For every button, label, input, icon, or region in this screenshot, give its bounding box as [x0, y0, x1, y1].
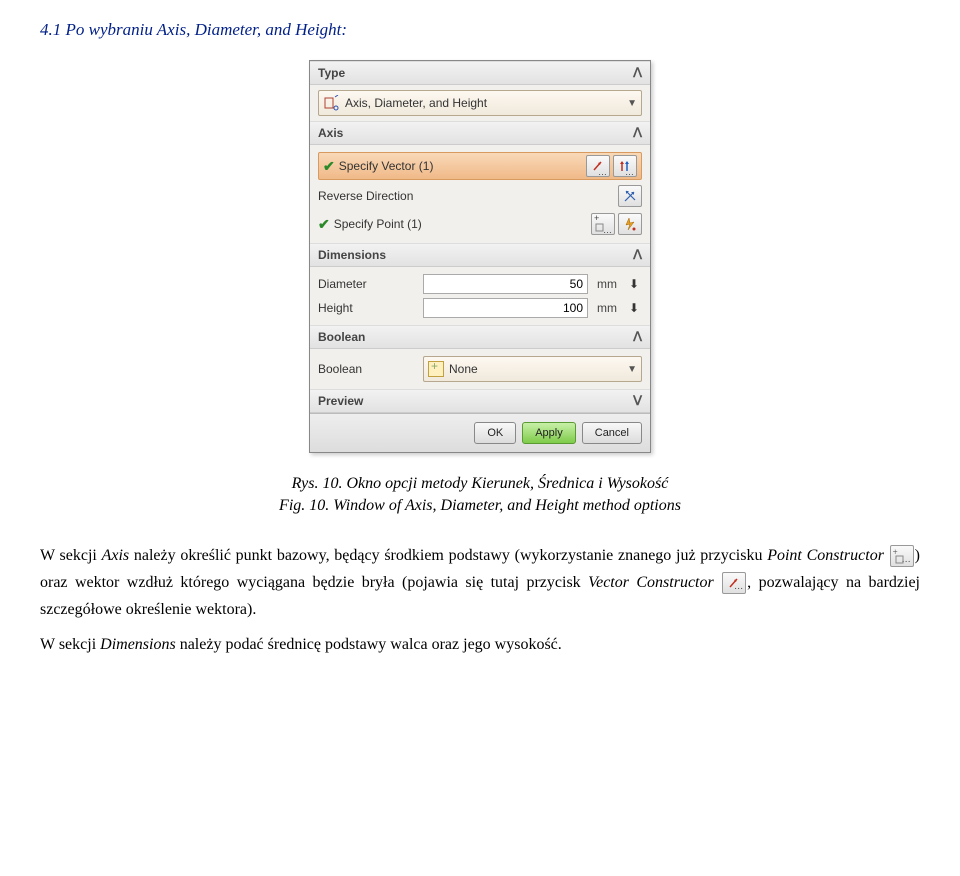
none-icon — [428, 361, 444, 377]
type-body: Axis, Diameter, and Height ▼ — [310, 85, 650, 121]
height-input[interactable] — [423, 298, 588, 318]
text: należy podać średnicę podstawy walca ora… — [176, 636, 562, 653]
chevron-up-icon: ᐱ — [633, 65, 642, 81]
boolean-field-label: Boolean — [318, 362, 418, 376]
height-label: Height — [318, 301, 418, 315]
vector-picker-button[interactable]: … — [586, 155, 610, 177]
point-constructor-icon: + … — [890, 545, 914, 567]
axis-body: ✔ Specify Vector (1) … … Reverse Directi… — [310, 145, 650, 243]
text: W sekcji — [40, 547, 102, 564]
height-unit: mm — [593, 301, 621, 315]
chevron-up-icon: ᐱ — [633, 329, 642, 345]
specify-vector-label: Specify Vector (1) — [339, 159, 586, 173]
caption-pl: Rys. 10. Okno opcji metody Kierunek, Śre… — [292, 475, 669, 492]
boolean-body: Boolean None ▼ — [310, 349, 650, 389]
specify-vector-row[interactable]: ✔ Specify Vector (1) … … — [318, 152, 642, 180]
dialog-container: Type ᐱ Axis, Diameter, and Height ▼ Axis… — [40, 60, 920, 453]
vector-constructor-icon: … — [722, 572, 746, 594]
diameter-row: Diameter mm ⬇ — [318, 272, 642, 296]
ok-button[interactable]: OK — [474, 422, 516, 444]
type-value: Axis, Diameter, and Height — [345, 96, 627, 110]
diameter-input[interactable] — [423, 274, 588, 294]
reverse-label: Reverse Direction — [318, 189, 618, 203]
dropdown-arrow-icon[interactable]: ⬇ — [626, 301, 642, 315]
point-quick-button[interactable] — [618, 213, 642, 235]
section-header-axis[interactable]: Axis ᐱ — [310, 121, 650, 145]
point-constructor-button[interactable]: + … — [591, 213, 615, 235]
section-label: Dimensions — [318, 248, 386, 262]
paragraph-2: W sekcji Dimensions należy podać średnic… — [40, 631, 920, 658]
specify-point-label: Specify Point (1) — [334, 217, 591, 231]
section-header-dimensions[interactable]: Dimensions ᐱ — [310, 243, 650, 267]
check-icon: ✔ — [323, 158, 335, 175]
figure-caption: Rys. 10. Okno opcji metody Kierunek, Śre… — [40, 473, 920, 518]
chevron-up-icon: ᐱ — [633, 125, 642, 141]
section-header-boolean[interactable]: Boolean ᐱ — [310, 325, 650, 349]
text: W sekcji — [40, 636, 100, 653]
specify-point-row[interactable]: ✔ Specify Point (1) + … — [318, 210, 642, 238]
chevron-down-icon: ▼ — [627, 364, 637, 375]
section-heading: 4.1 Po wybraniu Axis, Diameter, and Heig… — [40, 20, 920, 40]
paragraph-1: W sekcji Axis należy określić punkt bazo… — [40, 542, 920, 624]
text-italic: Vector Constructor — [588, 574, 714, 591]
options-dialog: Type ᐱ Axis, Diameter, and Height ▼ Axis… — [309, 60, 651, 453]
section-label: Axis — [318, 126, 343, 140]
text: należy określić punkt bazowy, będący śro… — [129, 547, 767, 564]
dimensions-body: Diameter mm ⬇ Height mm ⬇ — [310, 267, 650, 325]
text-italic: Dimensions — [100, 636, 176, 653]
reverse-direction-row: Reverse Direction — [318, 182, 642, 210]
section-label: Boolean — [318, 330, 365, 344]
chevron-up-icon: ᐱ — [633, 247, 642, 263]
type-combo[interactable]: Axis, Diameter, and Height ▼ — [318, 90, 642, 116]
boolean-combo[interactable]: None ▼ — [423, 356, 642, 382]
section-label: Type — [318, 66, 345, 80]
boolean-row: Boolean None ▼ — [318, 354, 642, 384]
cylinder-type-icon — [323, 95, 339, 111]
dropdown-arrow-icon[interactable]: ⬇ — [626, 277, 642, 291]
diameter-unit: mm — [593, 277, 621, 291]
section-header-preview[interactable]: Preview ᐯ — [310, 389, 650, 413]
text-italic: Point Constructor — [767, 547, 884, 564]
caption-en: Fig. 10. Window of Axis, Diameter, and H… — [279, 497, 681, 514]
chevron-down-icon: ᐯ — [633, 393, 642, 409]
section-label: Preview — [318, 394, 363, 408]
section-header-type[interactable]: Type ᐱ — [310, 61, 650, 85]
boolean-value: None — [449, 362, 627, 376]
check-icon: ✔ — [318, 216, 330, 233]
cancel-button[interactable]: Cancel — [582, 422, 642, 444]
chevron-down-icon: ▼ — [627, 98, 637, 109]
diameter-label: Diameter — [318, 277, 418, 291]
text-italic: Axis — [102, 547, 130, 564]
reverse-direction-button[interactable] — [618, 185, 642, 207]
height-row: Height mm ⬇ — [318, 296, 642, 320]
dialog-button-bar: OK Apply Cancel — [310, 413, 650, 452]
vector-constructor-button[interactable]: … — [613, 155, 637, 177]
apply-button[interactable]: Apply — [522, 422, 576, 444]
